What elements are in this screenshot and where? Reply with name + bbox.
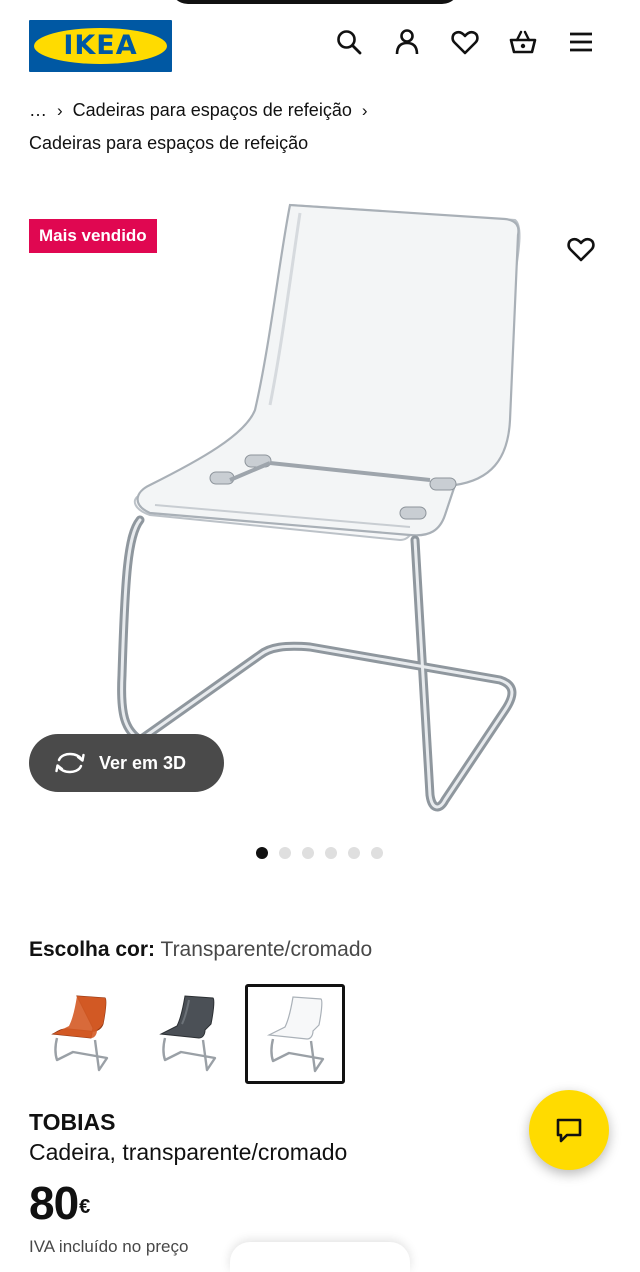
- chevron-right-icon: ›: [361, 101, 368, 120]
- color-swatch-grey[interactable]: [137, 984, 237, 1084]
- color-selected-value: Transparente/cromado: [160, 938, 373, 961]
- view-3d-button[interactable]: Ver em 3D: [29, 734, 224, 792]
- product-price: 80€: [29, 1175, 90, 1231]
- color-swatch-orange[interactable]: [29, 984, 129, 1084]
- menu-icon[interactable]: [566, 27, 596, 57]
- vat-note: IVA incluído no preço: [29, 1237, 189, 1256]
- heart-icon[interactable]: [450, 27, 480, 57]
- pagination-dot[interactable]: [325, 847, 337, 859]
- pagination-dot[interactable]: [348, 847, 360, 859]
- color-swatch-transparent[interactable]: [245, 984, 345, 1084]
- breadcrumb-item[interactable]: Cadeiras para espaços de refeição: [73, 100, 352, 120]
- pagination-dot[interactable]: [302, 847, 314, 859]
- ikea-logo[interactable]: IKEA: [29, 20, 172, 72]
- color-chooser-label: Escolha cor: Transparente/cromado: [29, 936, 372, 964]
- price-currency: €: [79, 1196, 90, 1218]
- favourite-heart-icon[interactable]: [566, 234, 596, 264]
- breadcrumb: … › Cadeiras para espaços de refeição ›: [29, 98, 378, 123]
- user-icon[interactable]: [392, 27, 422, 57]
- pagination-dot[interactable]: [371, 847, 383, 859]
- chevron-right-icon: ›: [57, 101, 63, 120]
- color-label-title: Escolha cor:: [29, 938, 156, 961]
- basket-icon[interactable]: [508, 27, 538, 57]
- best-seller-badge: Mais vendido: [29, 219, 157, 253]
- product-image: [117, 203, 521, 812]
- search-icon[interactable]: [334, 27, 364, 57]
- top-header: IKEA: [0, 0, 640, 80]
- chat-icon: [556, 1118, 582, 1143]
- breadcrumb-current[interactable]: Cadeiras para espaços de refeição: [29, 131, 308, 155]
- view-3d-label: Ver em 3D: [99, 753, 187, 773]
- chat-button[interactable]: [529, 1090, 609, 1170]
- bottom-sheet-edge: [230, 1242, 410, 1272]
- pagination-dot[interactable]: [279, 847, 291, 859]
- breadcrumb-ellipsis[interactable]: …: [29, 100, 47, 120]
- product-description: Cadeira, transparente/cromado: [29, 1139, 348, 1165]
- price-value: 80: [29, 1177, 79, 1229]
- pagination-dot[interactable]: [256, 847, 268, 859]
- rotate-3d-icon: [55, 752, 85, 774]
- gallery-pagination: [256, 847, 383, 859]
- logo-text: IKEA: [63, 30, 138, 61]
- product-name[interactable]: TOBIAS: [29, 1108, 115, 1136]
